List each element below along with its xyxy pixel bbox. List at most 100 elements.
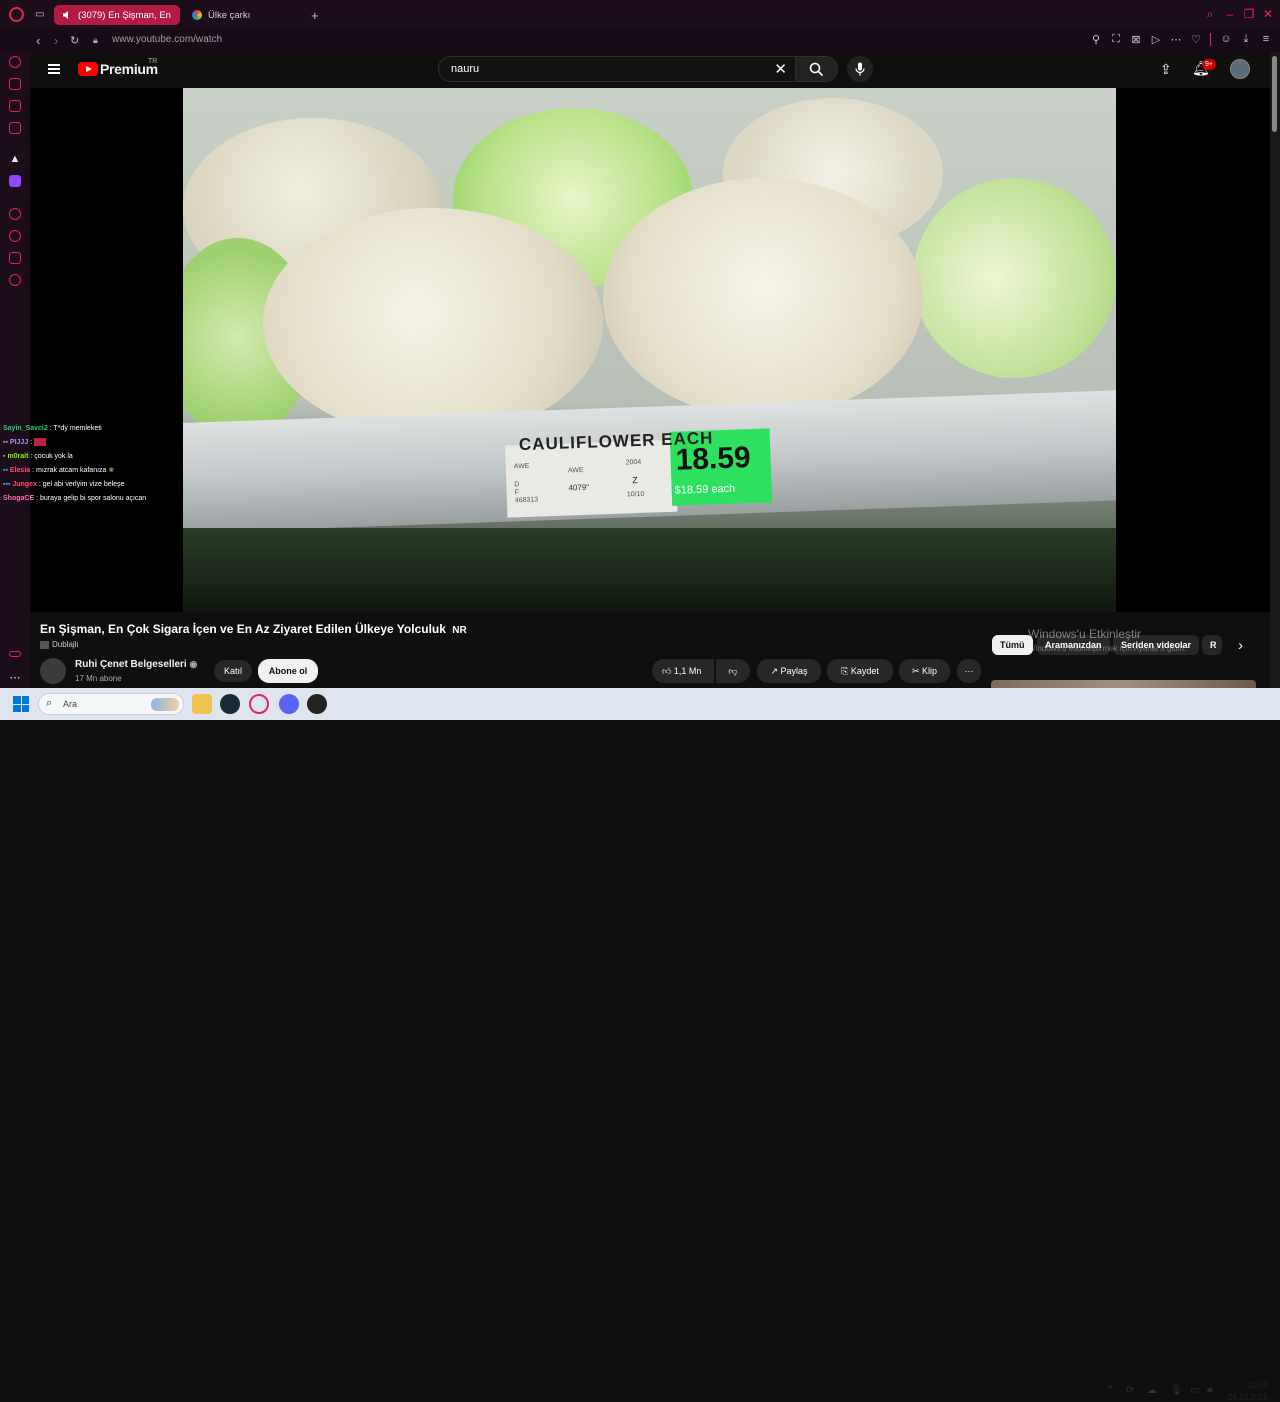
video-frame[interactable]: CAULIFLOWER EACH 18.59 $18.59 each AWE A… [183,88,1116,612]
extensions-sidebar-icon[interactable] [9,252,21,264]
chat-text: : gel abi verlyim vize beleşe [38,481,125,488]
join-button[interactable]: Katıl [214,660,252,682]
account-avatar[interactable] [1230,59,1250,79]
save-button[interactable]: ⎘ Kaydet [827,659,893,683]
chip-all[interactable]: Tümü [992,635,1033,655]
search-input[interactable]: nauru ✕ [438,56,796,82]
forward-icon[interactable]: › [54,33,58,48]
youtube-logo-icon[interactable] [78,62,98,76]
search-icon: ⌕ [46,697,53,709]
cloud-icon[interactable]: ☁ [1147,1385,1157,1396]
video-title: En Şişman, En Çok Sigara İçen ve En Az Z… [40,622,467,636]
youtube-header: Premium TR nauru ✕ ⇪ 🔔︎ 9+ [30,52,1270,88]
dubbed-text: Dublajlı [52,640,79,649]
clock-time[interactable]: 21:59 [1240,1381,1268,1390]
microphone-icon [855,62,865,76]
history-icon[interactable] [9,230,21,242]
price-tag-price: 18.59 [675,441,752,477]
recommended-thumbnail[interactable] [991,680,1256,688]
chat-message: ▪▪ Elesia : mızrak atcam kafanıza ❀ [3,464,183,478]
reload-icon[interactable]: ↻ [70,34,79,47]
extensions-icon[interactable]: ⋯ [1170,33,1182,46]
clear-search-icon[interactable]: ✕ [774,60,787,78]
heart-icon[interactable]: ♡ [1190,33,1202,46]
search-tabs-icon[interactable]: ⌕ [1204,8,1216,20]
file-explorer-icon[interactable] [192,694,212,714]
more-horizontal-icon: ⋯ [964,666,974,676]
like-button[interactable]: 👍︎ 1,1 Mn [652,659,714,683]
windows-taskbar: ⌕ Ara ⌃ ⟳ ☁ 🎙︎ ▭ 🔊︎ 21:59 26.12.2025 [0,688,1280,1402]
taskbar-search-input[interactable]: ⌕ Ara [38,693,184,715]
twitch-icon[interactable] [9,175,21,187]
channel-name[interactable]: Ruhi Çenet Belgeselleri ◉ [75,659,197,670]
chat-username: m0rait [7,453,29,460]
tab-menu-icon[interactable]: ▭ [35,9,44,20]
chat-message: ▪▪▪ Jungex : gel abi verlyim vize beleşe [3,478,183,492]
search-highlight-icon [151,698,179,711]
chevron-right-icon[interactable]: › [1238,637,1243,654]
voice-search-button[interactable] [847,56,873,82]
page-scrollbar[interactable] [1270,52,1280,688]
bag-icon[interactable] [9,78,21,90]
aria-icon[interactable] [9,56,21,68]
search-query: nauru [451,63,480,75]
hamburger-menu-icon[interactable] [48,64,60,74]
restore-icon[interactable]: ❐ [1243,8,1255,20]
opera-gx-icon[interactable] [249,694,269,714]
new-tab-icon[interactable]: + [311,8,319,23]
url-field[interactable]: www.youtube.com/watch [112,34,222,45]
chat-message: ▪ m0rait : çocuk yok la [3,450,183,464]
settings-icon[interactable] [9,274,21,286]
share-label: Paylaş [780,666,808,676]
clip-button[interactable]: ✂ Klip [899,659,950,683]
sync-icon[interactable]: ⟳ [1126,1385,1134,1396]
tab-youtube[interactable]: (3079) En Şişman, En [54,5,180,25]
sidebar-settings-icon[interactable] [9,651,21,657]
profile-icon[interactable]: ☺ [1220,33,1232,46]
steam-icon[interactable] [220,694,240,714]
scissors-icon: ✂ [911,666,920,676]
chat-message: ▪▪ PIJJJ : [3,436,183,450]
menu-icon[interactable]: ≡ [1260,33,1272,46]
video-player[interactable]: CAULIFLOWER EACH 18.59 $18.59 each AWE A… [30,88,1270,612]
scrollbar-thumb[interactable] [1272,56,1277,132]
search-button[interactable] [796,56,838,82]
back-icon[interactable]: ‹ [36,33,40,48]
more-icon[interactable]: ⋯ [9,672,21,684]
minimize-icon[interactable]: – [1224,8,1236,20]
chat-text: : [30,439,33,446]
tray-chevron-icon[interactable]: ⌃ [1106,1385,1114,1396]
vpn-icon[interactable]: ⊠ [1130,33,1142,46]
volume-icon[interactable]: 🔊︎ [1207,1385,1213,1396]
windows-start-icon[interactable] [13,696,29,712]
more-actions-button[interactable]: ⋯ [957,659,981,683]
price-tag-code: AWE [567,466,584,475]
player-sidebar-icon[interactable] [9,208,21,220]
clock-date[interactable]: 26.12.2025 [1222,1393,1268,1402]
chat-username: Sayin_Savci2 [3,425,48,432]
tiktok-icon[interactable]: ▲ [9,153,21,165]
subscribe-button[interactable]: Abone ol [258,659,318,683]
instagram-icon[interactable] [9,122,21,134]
mic-tray-icon[interactable]: 🎙︎ [1170,1385,1183,1396]
channel-avatar[interactable] [40,658,66,684]
download-icon[interactable]: ⤓ [1240,33,1252,46]
emote-icon [34,438,47,447]
discord-icon[interactable] [279,694,299,714]
app-icon[interactable] [307,694,327,714]
chat-username: Jungex [12,481,37,488]
monitor-icon[interactable]: ▭ [1190,1385,1199,1396]
messenger-icon[interactable] [9,100,21,112]
snapshot-icon[interactable]: ⛶ [1110,33,1122,46]
tab-ulke-carki[interactable]: Ülke çarkı [184,5,304,25]
cauliflower [603,178,923,418]
chip-truncated[interactable]: R [1202,635,1222,655]
player-icon[interactable]: ▷ [1150,33,1162,46]
dislike-button[interactable]: 👎︎ [716,659,750,683]
speaker-icon[interactable] [62,10,72,20]
close-window-icon[interactable]: ✕ [1262,8,1274,20]
upload-icon[interactable]: ⇪ [1160,61,1172,78]
share-button[interactable]: ↗ Paylaş [757,659,821,683]
pin-icon[interactable]: ⚲ [1090,33,1102,46]
opera-logo-icon[interactable] [9,7,24,22]
